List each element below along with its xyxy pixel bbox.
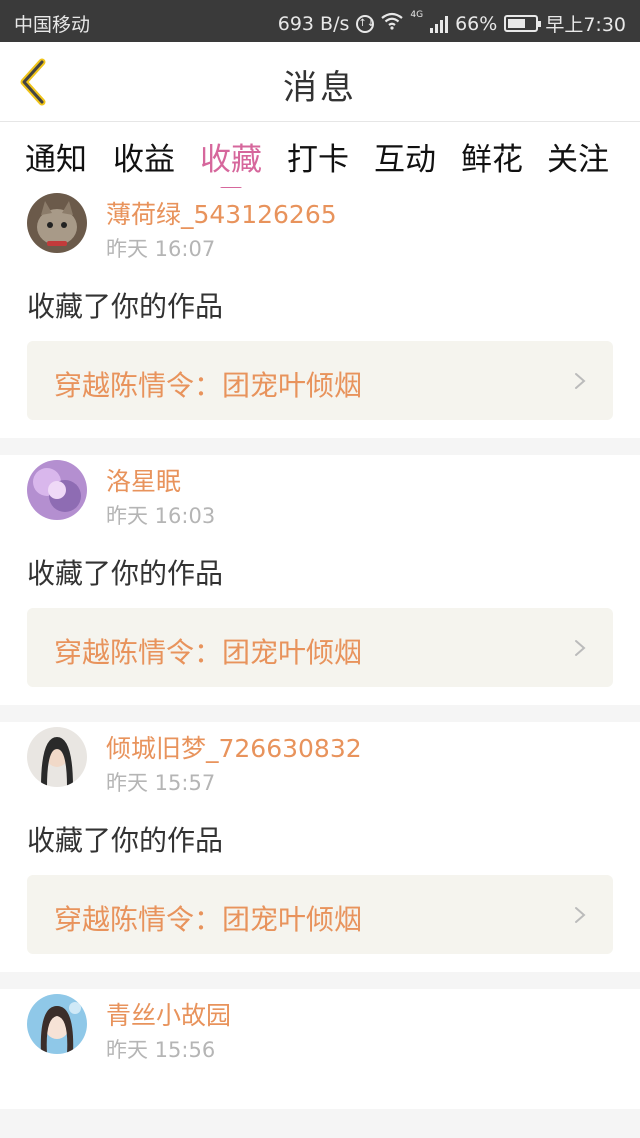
tab-checkin[interactable]: 打卡 [287,134,349,179]
work-link[interactable]: 穿越陈情令：团宠叶倾烟 [27,875,613,954]
message-time: 昨天 16:07 [106,237,216,261]
battery-icon [504,15,542,32]
avatar[interactable] [27,727,87,787]
wifi-icon [381,12,404,35]
battery-fill [508,19,526,28]
tab-interaction[interactable]: 互动 [374,134,436,179]
chevron-right-icon [575,373,586,389]
avatar[interactable] [27,193,87,253]
message-action: 收藏了你的作品 [27,824,224,857]
username[interactable]: 倾城旧梦_726630832 [106,729,362,765]
carrier-name: 中国移动 [14,14,91,36]
page-title: 消息 [283,68,357,108]
username[interactable]: 青丝小故园 [106,996,231,1032]
username[interactable]: 薄荷绿_543126265 [106,195,337,231]
header-bar: 消息 [0,42,640,122]
status-bar: 中国移动 693 B/s ↑↓ 4G 66% 早上7:30 [0,0,640,42]
message-item: 洛星眠 昨天 16:03 收藏了你的作品 穿越陈情令：团宠叶倾烟 [0,455,640,705]
avatar[interactable] [27,460,87,520]
work-title: 穿越陈情令：团宠叶倾烟 [54,369,363,402]
clock: 早上7:30 [545,14,626,36]
message-time: 昨天 15:57 [106,771,216,795]
message-item: 倾城旧梦_726630832 昨天 15:57 收藏了你的作品 穿越陈情令：团宠… [0,722,640,972]
message-item: 青丝小故园 昨天 15:56 [0,989,640,1109]
tab-follow[interactable]: 关注 [547,134,609,179]
avatar[interactable] [27,994,87,1054]
work-link[interactable]: 穿越陈情令：团宠叶倾烟 [27,341,613,420]
message-list: 薄荷绿_543126265 昨天 16:07 收藏了你的作品 穿越陈情令：团宠叶… [0,188,640,1126]
message-item: 薄荷绿_543126265 昨天 16:07 收藏了你的作品 穿越陈情令：团宠叶… [0,188,640,438]
tab-favorites[interactable]: 收藏 [200,134,262,191]
network-type: 4G [410,10,424,20]
status-icons: 693 B/s ↑↓ 4G 66% 早上7:30 [278,10,626,37]
chevron-right-icon [575,640,586,656]
work-title: 穿越陈情令：团宠叶倾烟 [54,636,363,669]
message-action: 收藏了你的作品 [27,290,224,323]
username[interactable]: 洛星眠 [106,462,181,498]
tab-notice[interactable]: 通知 [25,134,87,179]
message-time: 昨天 15:56 [106,1038,216,1062]
work-title: 穿越陈情令：团宠叶倾烟 [54,903,363,936]
network-speed: 693 B/s [277,12,350,35]
message-time: 昨天 16:03 [106,504,216,528]
tab-flowers[interactable]: 鲜花 [461,134,523,179]
tab-bar: 通知 收益 收藏 打卡 互动 鲜花 关注 [0,122,640,191]
battery-percent: 66% [455,12,498,35]
signal-icon [430,15,449,33]
work-link[interactable]: 穿越陈情令：团宠叶倾烟 [27,608,613,687]
tab-income[interactable]: 收益 [113,134,175,179]
chevron-right-icon [575,907,586,923]
message-action: 收藏了你的作品 [27,557,224,590]
data-saver-icon: ↑↓ [356,14,375,33]
